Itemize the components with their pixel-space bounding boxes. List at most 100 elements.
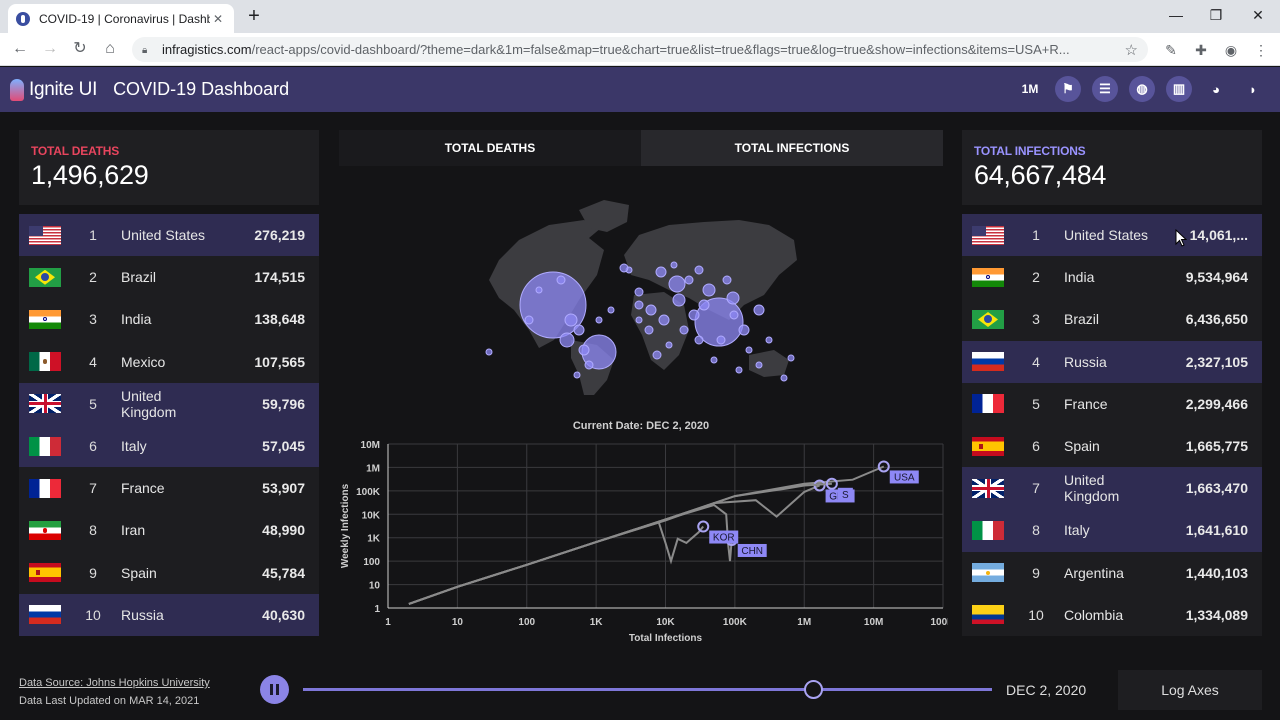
window-close-button[interactable]: ✕	[1238, 3, 1278, 27]
map-bubble[interactable]	[787, 354, 795, 362]
map-bubble[interactable]	[485, 348, 493, 356]
infections-list-item[interactable]: 9 Argentina 1,440,103	[962, 552, 1262, 594]
map-bubble[interactable]	[755, 361, 763, 369]
map-bubble[interactable]	[698, 299, 710, 311]
map-bubble[interactable]	[619, 263, 629, 273]
map-bubble[interactable]	[753, 304, 765, 316]
map-bubble[interactable]	[738, 324, 750, 336]
infections-list-item[interactable]: 4 Russia 2,327,105	[962, 340, 1262, 383]
map-bubble[interactable]	[729, 310, 739, 320]
map-bubble[interactable]	[578, 344, 590, 356]
map-bubble[interactable]	[694, 335, 704, 345]
map-bubble[interactable]	[559, 332, 575, 348]
series-line-s[interactable]	[408, 482, 832, 605]
map-bubble[interactable]	[688, 309, 700, 321]
data-source-link[interactable]: Data Source: Johns Hopkins University	[19, 674, 210, 692]
map-bubble[interactable]	[634, 287, 644, 297]
infections-list-item[interactable]: 7 United Kingdom 1,663,470	[962, 467, 1262, 510]
deaths-list-item[interactable]: 9 Spain 45,784	[19, 552, 319, 594]
map-bubble[interactable]	[607, 306, 615, 314]
timeline-slider-track[interactable]	[303, 688, 992, 691]
weekly-vs-total-infections-chart[interactable]: 1 10 100 1K 10K 100K 1M 10M 100M 1 10 100 1K 10K 100K 1…	[336, 432, 948, 652]
bar-chart-icon[interactable]: ▥	[1166, 76, 1192, 102]
map-bubble[interactable]	[745, 346, 753, 354]
pause-button[interactable]	[260, 675, 289, 704]
list-icon[interactable]: ☰	[1092, 76, 1118, 102]
reload-icon[interactable]: ↻	[68, 38, 92, 60]
deaths-list-item[interactable]: 10 Russia 40,630	[19, 593, 319, 636]
new-tab-button[interactable]: +	[243, 5, 265, 27]
map-bubble[interactable]	[694, 265, 704, 275]
deaths-list-item[interactable]: 6 Italy 57,045	[19, 424, 319, 468]
infections-list-item[interactable]: 6 Spain 1,665,775	[962, 425, 1262, 467]
map-bubble[interactable]	[595, 316, 603, 324]
map-bubble[interactable]	[655, 266, 667, 278]
tab-total-deaths[interactable]: TOTAL DEATHS	[339, 130, 641, 166]
deaths-list-item[interactable]: 7 France 53,907	[19, 467, 319, 509]
map-bubble[interactable]	[573, 324, 585, 336]
infections-list-item[interactable]: 10 Colombia 1,334,089	[962, 594, 1262, 636]
infections-list-item[interactable]: 2 India 9,534,964	[962, 256, 1262, 298]
map-bubble[interactable]	[634, 300, 644, 310]
map-bubble[interactable]	[564, 313, 578, 327]
map-bubble[interactable]	[684, 275, 694, 285]
log-axes-button[interactable]: Log Axes	[1118, 670, 1262, 710]
infections-list-item[interactable]: 1 United States 14,061,...	[962, 214, 1262, 257]
map-bubble[interactable]	[644, 325, 654, 335]
timeline-slider-thumb[interactable]	[803, 680, 823, 699]
map-bubble[interactable]	[556, 275, 566, 285]
github-icon[interactable]: ◗	[1240, 76, 1266, 102]
pen-extension-icon[interactable]: ✎	[1160, 39, 1182, 61]
map-bubble[interactable]	[716, 335, 726, 345]
deaths-list-item[interactable]: 3 India 138,648	[19, 298, 319, 340]
tab-close-icon[interactable]: ✕	[210, 12, 226, 26]
map-bubble[interactable]	[726, 291, 740, 305]
profile-avatar-icon[interactable]: ◉	[1220, 39, 1242, 61]
infections-list-item[interactable]: 3 Brazil 6,436,650	[962, 298, 1262, 340]
map-bubble[interactable]	[710, 356, 718, 364]
infections-list-item[interactable]: 5 France 2,299,466	[962, 383, 1262, 425]
map-bubble[interactable]	[679, 325, 689, 335]
deaths-list-item[interactable]: 8 Iran 48,990	[19, 509, 319, 551]
map-bubble[interactable]	[665, 341, 673, 349]
browser-tab[interactable]: COVID-19 | Coronavirus | Dashboard ✕	[8, 4, 234, 33]
globe-icon[interactable]: ◍	[1129, 76, 1155, 102]
series-line-usa[interactable]	[408, 465, 885, 605]
series-line-kor[interactable]	[408, 521, 704, 605]
menu-kebab-icon[interactable]: ⋮	[1250, 39, 1272, 61]
map-bubble[interactable]	[722, 275, 732, 285]
forward-arrow-icon[interactable]: →	[38, 38, 62, 60]
map-bubble[interactable]	[658, 314, 670, 326]
map-bubble[interactable]	[652, 350, 662, 360]
map-bubble[interactable]	[645, 304, 657, 316]
infections-list-item[interactable]: 8 Italy 1,641,610	[962, 509, 1262, 552]
window-minimize-button[interactable]: —	[1156, 3, 1196, 27]
back-arrow-icon[interactable]: ←	[8, 38, 32, 60]
palette-icon[interactable]: ◕	[1203, 76, 1229, 102]
map-bubble[interactable]	[702, 283, 716, 297]
world-bubble-map[interactable]	[339, 180, 943, 400]
map-bubble[interactable]	[670, 261, 678, 269]
map-bubble[interactable]	[573, 371, 581, 379]
flag-icon[interactable]: ⚑	[1055, 76, 1081, 102]
map-bubble[interactable]	[780, 374, 788, 382]
window-maximize-button[interactable]: ❐	[1196, 3, 1236, 27]
puzzle-extensions-icon[interactable]: ✚	[1190, 39, 1212, 61]
deaths-list-item[interactable]: 2 Brazil 174,515	[19, 256, 319, 298]
url-field[interactable]: 🔒︎ infragistics.com/react-apps/covid-das…	[132, 37, 1148, 62]
one-million-toggle[interactable]: 1M	[1016, 76, 1044, 102]
map-bubble[interactable]	[535, 286, 543, 294]
map-bubble[interactable]	[524, 315, 534, 325]
bookmark-star-icon[interactable]: ☆	[1125, 41, 1138, 59]
map-bubble[interactable]	[735, 366, 743, 374]
deaths-list-item[interactable]: 1 United States 276,219	[19, 214, 319, 257]
map-bubble[interactable]	[584, 360, 594, 370]
map-bubble[interactable]	[668, 275, 686, 293]
map-bubble[interactable]	[672, 293, 686, 307]
map-bubble[interactable]	[765, 336, 773, 344]
tab-total-infections[interactable]: TOTAL INFECTIONS	[641, 130, 943, 166]
map-bubble[interactable]	[635, 316, 643, 324]
home-icon[interactable]: ⌂	[98, 38, 122, 60]
deaths-list-item[interactable]: 5 United Kingdom 59,796	[19, 382, 319, 425]
deaths-list-item[interactable]: 4 Mexico 107,565	[19, 341, 319, 383]
